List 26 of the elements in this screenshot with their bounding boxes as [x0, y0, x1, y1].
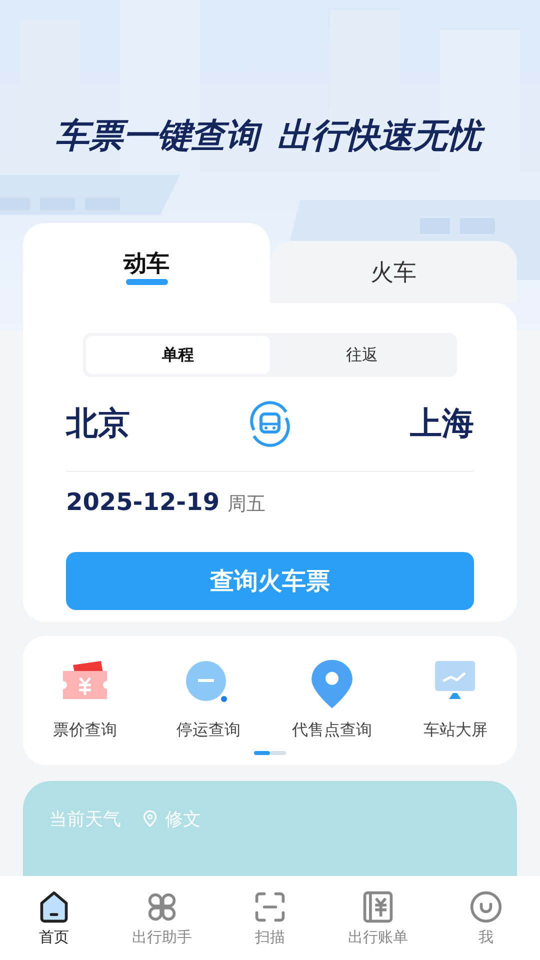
trip-type-option[interactable]: 单程	[86, 336, 270, 374]
service-label: 票价查询	[52, 720, 117, 741]
location-icon	[143, 810, 157, 828]
trip-type-option[interactable]: 往返	[270, 336, 454, 374]
arrival-city[interactable]: 上海	[410, 402, 474, 446]
service-label: 车站大屏	[423, 720, 488, 741]
nav-tab[interactable]: 出行账单	[324, 876, 432, 960]
travel-date[interactable]: 2025-12-19	[66, 488, 220, 516]
nav-tab[interactable]: 我	[432, 876, 540, 960]
slogan-text: 车票一键查询	[53, 112, 265, 160]
nav-tab[interactable]: 首页	[0, 876, 108, 960]
nav-tab[interactable]: 出行助手	[108, 876, 216, 960]
tab-indicator	[126, 279, 168, 285]
service-label: 代售点查询	[292, 720, 372, 741]
slogan-text: 出行快速无忧	[275, 112, 487, 160]
weather-title: 当前天气	[49, 808, 121, 831]
nav-tab[interactable]: 扫描	[216, 876, 324, 960]
departure-city[interactable]: 北京	[66, 402, 130, 446]
train-type-tab[interactable]: 动车	[23, 223, 270, 303]
scan-icon	[253, 890, 287, 924]
service-label: 停运查询	[176, 720, 240, 741]
train-type-tab[interactable]: 火车	[270, 241, 517, 303]
location-text: 修文	[165, 808, 201, 831]
smiley-face-icon	[469, 890, 503, 924]
ledger-icon	[361, 890, 395, 924]
weekday-text: 周五	[228, 492, 266, 517]
